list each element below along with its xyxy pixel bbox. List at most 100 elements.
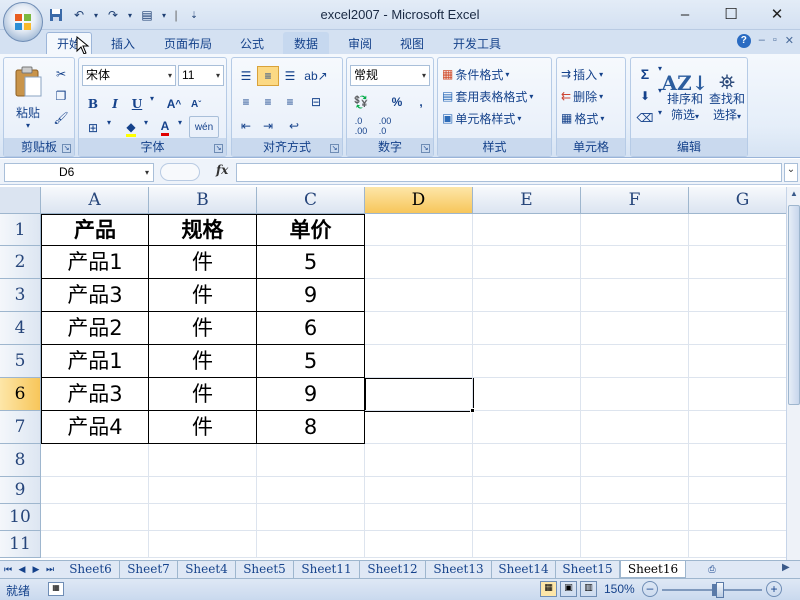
cell-a8[interactable] xyxy=(41,444,149,477)
sort-filter-button[interactable]: AZ↓ 排序和 筛选▾ xyxy=(662,62,709,138)
sheet-tab-sheet6[interactable]: Sheet6 xyxy=(62,561,120,578)
sheet-tab-sheet4[interactable]: Sheet4 xyxy=(178,561,236,578)
fill-color-icon[interactable]: ◆ xyxy=(120,118,142,138)
normal-view-icon[interactable]: ▦ xyxy=(540,581,557,597)
cell-d2[interactable] xyxy=(365,246,473,279)
cell-a7[interactable]: 产品4 xyxy=(41,411,149,444)
cell-d7[interactable] xyxy=(365,411,473,444)
cell-g10[interactable] xyxy=(689,504,786,531)
row-header-8[interactable]: 8 xyxy=(0,444,41,477)
phonetic-icon[interactable]: wén xyxy=(189,116,219,138)
cell-a10[interactable] xyxy=(41,504,149,531)
close-button[interactable]: ✕ xyxy=(754,0,800,28)
fill-icon[interactable]: ⬇ xyxy=(634,86,656,106)
clear-icon[interactable]: ⌫ xyxy=(634,108,656,128)
font-color-dropdown-icon[interactable]: ▾ xyxy=(175,118,185,127)
alignment-launcher-icon[interactable]: ↘ xyxy=(330,144,339,153)
cell-d5[interactable] xyxy=(365,345,473,378)
align-right-icon[interactable]: ≡ xyxy=(279,92,301,112)
cell-b7[interactable]: 件 xyxy=(149,411,257,444)
cell-d10[interactable] xyxy=(365,504,473,531)
cell-g6[interactable] xyxy=(689,378,786,411)
cell-c2[interactable]: 5 xyxy=(257,246,365,279)
increase-font-icon[interactable]: A ^ xyxy=(163,94,185,114)
delete-cells-button[interactable]: ⇇ 删除 ▾ xyxy=(561,86,603,106)
tab-page-layout[interactable]: 页面布局 xyxy=(155,32,221,54)
tab-view[interactable]: 视图 xyxy=(389,32,435,54)
cell-b10[interactable] xyxy=(149,504,257,531)
cell-f4[interactable] xyxy=(581,312,689,345)
tab-review[interactable]: 审阅 xyxy=(337,32,383,54)
cell-f5[interactable] xyxy=(581,345,689,378)
format-as-table-button[interactable]: ▤ 套用表格格式 ▾ xyxy=(442,86,533,106)
cell-e6[interactable] xyxy=(473,378,581,411)
name-box[interactable]: D6 ▾ xyxy=(4,163,154,182)
cell-a11[interactable] xyxy=(41,531,149,558)
format-cells-button[interactable]: ▦ 格式 ▾ xyxy=(561,108,604,128)
page-break-view-icon[interactable]: ▥ xyxy=(580,581,597,597)
font-launcher-icon[interactable]: ↘ xyxy=(214,144,223,153)
scrollbar-thumb[interactable] xyxy=(788,205,800,405)
zoom-out-icon[interactable]: – xyxy=(642,581,658,597)
cell-e2[interactable] xyxy=(473,246,581,279)
formula-bar-splitter[interactable] xyxy=(160,163,200,181)
sheet-tab-sheet5[interactable]: Sheet5 xyxy=(236,561,294,578)
number-launcher-icon[interactable]: ↘ xyxy=(421,144,430,153)
column-header-a[interactable]: A xyxy=(41,187,149,214)
office-button[interactable] xyxy=(3,2,43,42)
cell-a3[interactable]: 产品3 xyxy=(41,279,149,312)
hscroll-right-icon[interactable]: ▶ xyxy=(782,562,790,573)
increase-decimal-icon[interactable]: .0.00 xyxy=(350,116,372,136)
align-bottom-icon[interactable]: ☰ xyxy=(279,66,301,86)
tab-developer[interactable]: 开发工具 xyxy=(444,32,510,54)
minimize-button[interactable]: – xyxy=(662,0,708,28)
cell-b9[interactable] xyxy=(149,477,257,504)
row-header-2[interactable]: 2 xyxy=(0,246,41,279)
first-sheet-icon[interactable]: ⏮ xyxy=(2,562,14,576)
align-top-icon[interactable]: ☰ xyxy=(235,66,257,86)
find-select-button[interactable]: ⛯ 查找和 选择▾ xyxy=(707,62,747,138)
cell-d8[interactable] xyxy=(365,444,473,477)
clear-dropdown-icon[interactable]: ▾ xyxy=(655,108,665,117)
format-painter-icon[interactable]: 🖌 xyxy=(50,108,72,128)
cell-f9[interactable] xyxy=(581,477,689,504)
cell-d11[interactable] xyxy=(365,531,473,558)
column-header-f[interactable]: F xyxy=(581,187,689,214)
cell-g5[interactable] xyxy=(689,345,786,378)
worksheet-grid[interactable]: A B C D E F G 1 2 3 4 5 6 7 8 9 10 11 产品 规格 单价 产品1 件 5 产品3 件 9 产品2 件… xyxy=(0,187,786,560)
workbook-restore-icon[interactable]: ▫ xyxy=(773,34,777,48)
cell-c9[interactable] xyxy=(257,477,365,504)
cell-e5[interactable] xyxy=(473,345,581,378)
number-format-dropdown[interactable]: 常规 ▾ xyxy=(350,65,430,86)
fill-handle[interactable] xyxy=(470,408,475,413)
cell-a4[interactable]: 产品2 xyxy=(41,312,149,345)
cell-b2[interactable]: 件 xyxy=(149,246,257,279)
cell-styles-button[interactable]: ▣ 单元格样式 ▾ xyxy=(442,108,521,128)
accounting-format-icon[interactable]: 💱 xyxy=(350,92,372,112)
vertical-scrollbar[interactable]: ▲ xyxy=(786,187,800,560)
cell-a5[interactable]: 产品1 xyxy=(41,345,149,378)
align-left-icon[interactable]: ≡ xyxy=(235,92,257,112)
cell-e11[interactable] xyxy=(473,531,581,558)
formula-input[interactable] xyxy=(236,163,782,182)
cell-e10[interactable] xyxy=(473,504,581,531)
cell-a2[interactable]: 产品1 xyxy=(41,246,149,279)
italic-button[interactable]: I xyxy=(104,94,126,114)
tab-insert[interactable]: 插入 xyxy=(100,32,146,54)
row-header-5[interactable]: 5 xyxy=(0,345,41,378)
cell-e8[interactable] xyxy=(473,444,581,477)
sheet-tab-sheet11[interactable]: Sheet11 xyxy=(294,561,360,578)
cell-b11[interactable] xyxy=(149,531,257,558)
cell-c7[interactable]: 8 xyxy=(257,411,365,444)
row-header-10[interactable]: 10 xyxy=(0,504,41,531)
copy-icon[interactable]: ❐ xyxy=(50,86,72,106)
zoom-in-icon[interactable]: + xyxy=(766,581,782,597)
workbook-close-icon[interactable]: ✕ xyxy=(785,34,794,48)
row-header-6[interactable]: 6 xyxy=(0,378,41,411)
borders-dropdown-icon[interactable]: ▾ xyxy=(104,118,114,127)
cell-f1[interactable] xyxy=(581,214,689,246)
cell-c1[interactable]: 单价 xyxy=(257,214,365,246)
cell-b1[interactable]: 规格 xyxy=(149,214,257,246)
cell-f8[interactable] xyxy=(581,444,689,477)
cell-g8[interactable] xyxy=(689,444,786,477)
